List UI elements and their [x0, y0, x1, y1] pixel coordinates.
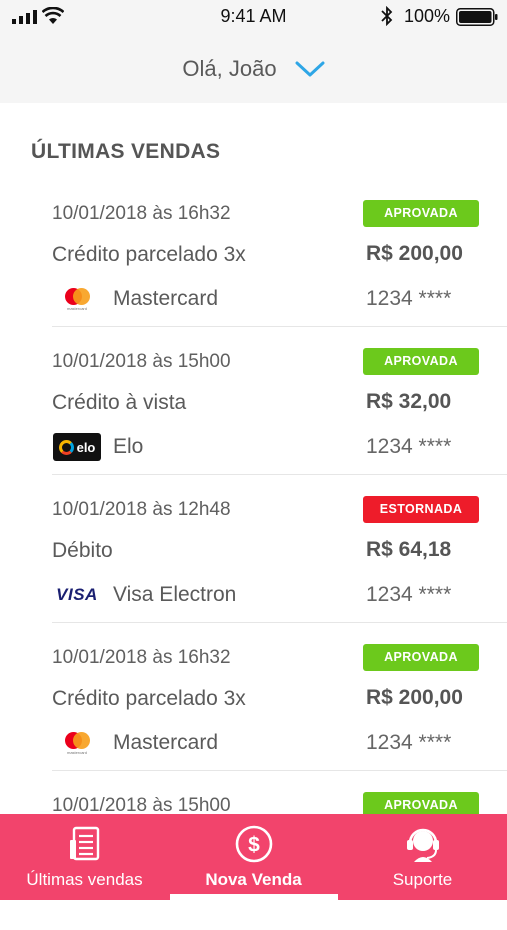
- elo-logo: elo: [52, 432, 102, 462]
- tab-suporte[interactable]: Suporte: [338, 814, 507, 900]
- bluetooth-icon: [381, 6, 393, 26]
- card-brand: Mastercard: [113, 731, 219, 754]
- status-badge: APROVADA: [363, 348, 479, 375]
- status-badge: APROVADA: [363, 644, 479, 671]
- card-brand: Visa Electron: [113, 583, 237, 606]
- visa-logo: VISA: [56, 585, 98, 604]
- status-badge: ESTORNADA: [363, 496, 479, 523]
- card-number: 1234 ****: [366, 435, 452, 458]
- sale-date: 10/01/2018 às 16h32: [52, 203, 231, 224]
- sale-type: Crédito à vista: [52, 391, 187, 414]
- status-bar: 9:41 AM 100%: [0, 0, 507, 34]
- divider: [52, 326, 507, 327]
- section-title: ÚLTIMAS VENDAS: [31, 140, 221, 163]
- sale-item[interactable]: 10/01/2018 às 16h32 APROVADA Crédito par…: [0, 190, 507, 338]
- sale-amount: R$ 64,18: [366, 538, 452, 561]
- divider: [52, 622, 507, 623]
- card-brand: Elo: [113, 435, 144, 458]
- card-number: 1234 ****: [366, 731, 452, 754]
- receipt-list-icon: [69, 826, 99, 861]
- greeting-text: Olá, João: [182, 56, 277, 81]
- sale-date: 10/01/2018 às 15h00: [52, 351, 231, 372]
- sale-amount: R$ 200,00: [366, 686, 463, 709]
- headset-icon: [406, 828, 439, 862]
- tab-label: Últimas vendas: [26, 870, 143, 889]
- sale-item[interactable]: 10/01/2018 às 12h48 ESTORNADA Débito R$ …: [0, 486, 507, 634]
- dollar-circle-icon: $: [235, 825, 272, 863]
- sale-type: Crédito parcelado 3x: [52, 687, 246, 710]
- svg-text:$: $: [248, 834, 260, 857]
- account-selector[interactable]: Olá, João: [0, 56, 507, 82]
- header-area: 9:41 AM 100% Olá, João: [0, 0, 507, 103]
- tab-nova-venda[interactable]: $ Nova Venda: [169, 814, 338, 900]
- divider: [52, 770, 507, 771]
- sale-type: Crédito parcelado 3x: [52, 243, 246, 266]
- sale-date: 10/01/2018 às 12h48: [52, 499, 231, 520]
- tab-label: Nova Venda: [205, 870, 302, 889]
- sale-date: 10/01/2018 às 16h32: [52, 647, 231, 668]
- sale-item[interactable]: 10/01/2018 às 16h32 APROVADA Crédito par…: [0, 634, 507, 782]
- chevron-down-icon: [295, 61, 325, 77]
- tab-bar: Últimas vendas $ Nova Venda Suporte: [0, 814, 507, 900]
- mastercard-logo: mastercard: [52, 728, 102, 758]
- tab-label: Suporte: [392, 870, 453, 889]
- active-tab-indicator: [170, 894, 338, 900]
- sale-amount: R$ 32,00: [366, 390, 452, 413]
- sale-type: Débito: [52, 539, 113, 562]
- battery-percent: 100%: [404, 6, 451, 26]
- sale-item[interactable]: 10/01/2018 às 15h00 APROVADA Crédito à v…: [0, 338, 507, 486]
- card-number: 1234 ****: [366, 287, 452, 310]
- status-badge: APROVADA: [363, 200, 479, 227]
- divider: [52, 474, 507, 475]
- mastercard-logo: mastercard: [52, 284, 102, 314]
- card-brand: Mastercard: [113, 287, 219, 310]
- card-number: 1234 ****: [366, 583, 452, 606]
- sale-amount: R$ 200,00: [366, 242, 463, 265]
- battery-icon: [456, 8, 498, 26]
- tab-ultimas-vendas[interactable]: Últimas vendas: [0, 814, 169, 900]
